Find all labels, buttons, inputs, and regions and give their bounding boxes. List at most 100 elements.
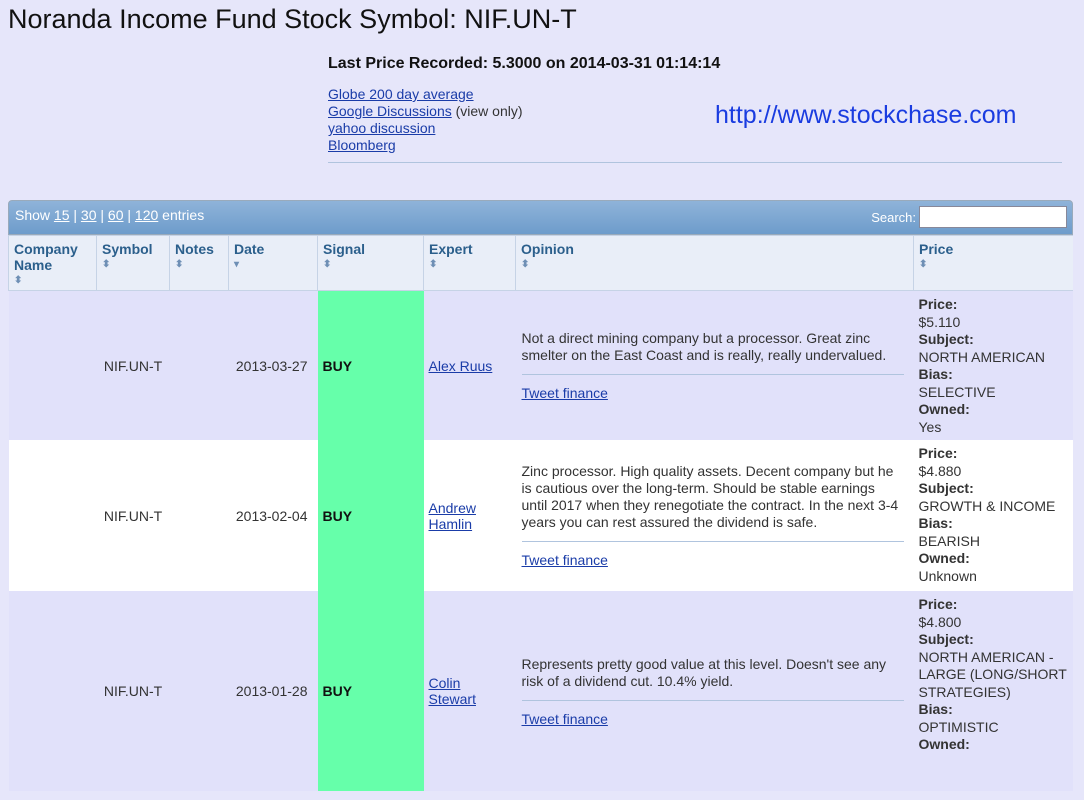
price-cell: Price: $5.110 Subject: NORTH AMERICAN Bi… bbox=[913, 290, 1073, 440]
subject-value: NORTH AMERICAN bbox=[918, 348, 1046, 365]
col-notes[interactable]: Notes ⬍ bbox=[169, 235, 229, 291]
col-signal[interactable]: Signal ⬍ bbox=[317, 235, 424, 291]
expert-cell: Andrew Hamlin bbox=[423, 440, 516, 591]
google-discussions-link[interactable]: Google Discussions bbox=[328, 103, 452, 119]
price-value: $4.880 bbox=[918, 462, 962, 479]
show-30-link[interactable]: 30 bbox=[81, 207, 97, 223]
col-label: Opinion bbox=[521, 241, 574, 257]
notes-cell bbox=[169, 290, 229, 440]
col-label: Price bbox=[919, 241, 954, 257]
signal-cell: BUY bbox=[317, 290, 424, 440]
page-title: Noranda Income Fund Stock Symbol: NIF.UN… bbox=[8, 4, 577, 34]
price-label: Price: bbox=[918, 445, 958, 461]
price-cell: Price: $4.880 Subject: GROWTH & INCOME B… bbox=[913, 440, 1073, 591]
last-price-on: on bbox=[541, 55, 570, 72]
table-row: NIF.UN-T 2013-01-28 BUY Colin Stewart Re… bbox=[8, 591, 1073, 791]
table-toolbar: Show 15 | 30 | 60 | 120 entries Search: bbox=[8, 200, 1073, 235]
col-expert[interactable]: Expert ⬍ bbox=[423, 235, 516, 291]
bias-value: BEARISH bbox=[918, 532, 980, 549]
page-length-selector: Show 15 | 30 | 60 | 120 entries bbox=[15, 207, 204, 223]
bloomberg-link[interactable]: Bloomberg bbox=[328, 137, 396, 153]
col-company-name[interactable]: Company Name ⬍ bbox=[8, 235, 97, 291]
sort-both-icon: ⬍ bbox=[521, 259, 530, 270]
show-15-link[interactable]: 15 bbox=[54, 207, 70, 223]
expert-cell: Alex Ruus bbox=[423, 290, 516, 440]
signal-cell: BUY bbox=[317, 440, 424, 591]
owned-label: Owned: bbox=[918, 401, 970, 417]
search-label: Search: bbox=[871, 210, 916, 225]
sort-both-icon: ⬍ bbox=[919, 259, 928, 270]
col-label: Symbol bbox=[102, 241, 153, 257]
expert-link[interactable]: Colin Stewart bbox=[429, 675, 476, 707]
opinions-table-wrapper: Show 15 | 30 | 60 | 120 entries Search: … bbox=[8, 200, 1073, 800]
table-row: NIF.UN-T 2013-03-27 BUY Alex Ruus Not a … bbox=[8, 290, 1073, 440]
bias-value: SELECTIVE bbox=[918, 383, 996, 400]
tweet-finance-link[interactable]: Tweet finance bbox=[522, 711, 904, 727]
tweet-finance-link[interactable]: Tweet finance bbox=[522, 385, 904, 401]
col-date[interactable]: Date ▾ bbox=[228, 235, 318, 291]
search-input[interactable] bbox=[919, 206, 1067, 228]
col-symbol[interactable]: Symbol ⬍ bbox=[96, 235, 170, 291]
bias-label: Bias: bbox=[918, 366, 953, 382]
company-cell bbox=[8, 440, 97, 591]
show-60-link[interactable]: 60 bbox=[108, 207, 124, 223]
col-label: Signal bbox=[323, 241, 366, 257]
separator: | bbox=[69, 207, 81, 223]
last-price-line: Last Price Recorded: 5.3000 on 2014-03-3… bbox=[328, 55, 720, 73]
col-price[interactable]: Price ⬍ bbox=[913, 235, 1073, 291]
signal-cell: BUY bbox=[317, 591, 424, 791]
col-label: Date bbox=[234, 241, 265, 257]
expert-link[interactable]: Alex Ruus bbox=[429, 358, 493, 374]
opinion-text: Represents pretty good value at this lev… bbox=[521, 656, 904, 701]
price-value: $5.110 bbox=[918, 313, 961, 330]
col-label: Notes bbox=[175, 241, 214, 257]
col-opinion[interactable]: Opinion ⬍ bbox=[515, 235, 914, 291]
tweet-finance-link[interactable]: Tweet finance bbox=[522, 552, 904, 568]
separator: | bbox=[96, 207, 108, 223]
show-120-link[interactable]: 120 bbox=[135, 207, 158, 223]
yahoo-discussion-link[interactable]: yahoo discussion bbox=[328, 120, 435, 136]
price-cell: Price: $4.800 Subject: NORTH AMERICAN - … bbox=[913, 591, 1073, 791]
owned-label: Owned: bbox=[918, 550, 970, 566]
price-label: Price: bbox=[918, 596, 958, 612]
sort-both-icon: ⬍ bbox=[175, 259, 184, 270]
globe-link[interactable]: Globe 200 day average bbox=[328, 86, 474, 102]
date-cell: 2013-02-04 bbox=[228, 440, 318, 591]
separator: | bbox=[123, 207, 135, 223]
opinion-cell: Represents pretty good value at this lev… bbox=[515, 591, 914, 791]
subject-value: NORTH AMERICAN - LARGE (LONG/SHORT STRAT… bbox=[918, 648, 1067, 700]
notes-cell bbox=[169, 591, 229, 791]
divider bbox=[328, 162, 1062, 163]
company-cell bbox=[8, 290, 97, 440]
opinion-text: Not a direct mining company but a proces… bbox=[521, 330, 904, 375]
resource-links: Globe 200 day average Google Discussions… bbox=[328, 86, 523, 154]
company-cell bbox=[8, 591, 97, 791]
subject-label: Subject: bbox=[918, 480, 974, 496]
sort-both-icon: ⬍ bbox=[102, 259, 111, 270]
price-label: Price: bbox=[918, 296, 958, 312]
date-cell: 2013-01-28 bbox=[228, 591, 318, 791]
notes-cell bbox=[169, 440, 229, 591]
expert-link[interactable]: Andrew Hamlin bbox=[429, 500, 476, 532]
last-price-value: 5.3000 bbox=[492, 55, 542, 72]
symbol-cell: NIF.UN-T bbox=[96, 290, 170, 440]
opinions-table: Company Name ⬍ Symbol ⬍ Notes ⬍ Date ▾ Signa… bbox=[8, 235, 1073, 791]
expert-cell: Colin Stewart bbox=[423, 591, 516, 791]
price-value: $4.800 bbox=[918, 613, 962, 630]
last-price-datetime: 2014-03-31 01:14:14 bbox=[569, 55, 721, 72]
subject-value: GROWTH & INCOME bbox=[918, 497, 1056, 514]
owned-label: Owned: bbox=[918, 736, 970, 752]
date-cell: 2013-03-27 bbox=[228, 290, 318, 440]
col-label: Company Name bbox=[14, 241, 78, 273]
subject-label: Subject: bbox=[918, 331, 974, 347]
entries-label: entries bbox=[158, 207, 205, 223]
site-url[interactable]: http://www.stockchase.com bbox=[715, 101, 1017, 130]
subject-label: Subject: bbox=[918, 631, 974, 647]
opinion-cell: Zinc processor. High quality assets. Dec… bbox=[515, 440, 914, 591]
sort-desc-icon: ▾ bbox=[234, 259, 240, 270]
col-label: Expert bbox=[429, 241, 473, 257]
table-header-row: Company Name ⬍ Symbol ⬍ Notes ⬍ Date ▾ Signa… bbox=[8, 235, 1073, 291]
sort-both-icon: ⬍ bbox=[429, 259, 438, 270]
opinion-cell: Not a direct mining company but a proces… bbox=[515, 290, 914, 440]
show-label: Show bbox=[15, 207, 54, 223]
